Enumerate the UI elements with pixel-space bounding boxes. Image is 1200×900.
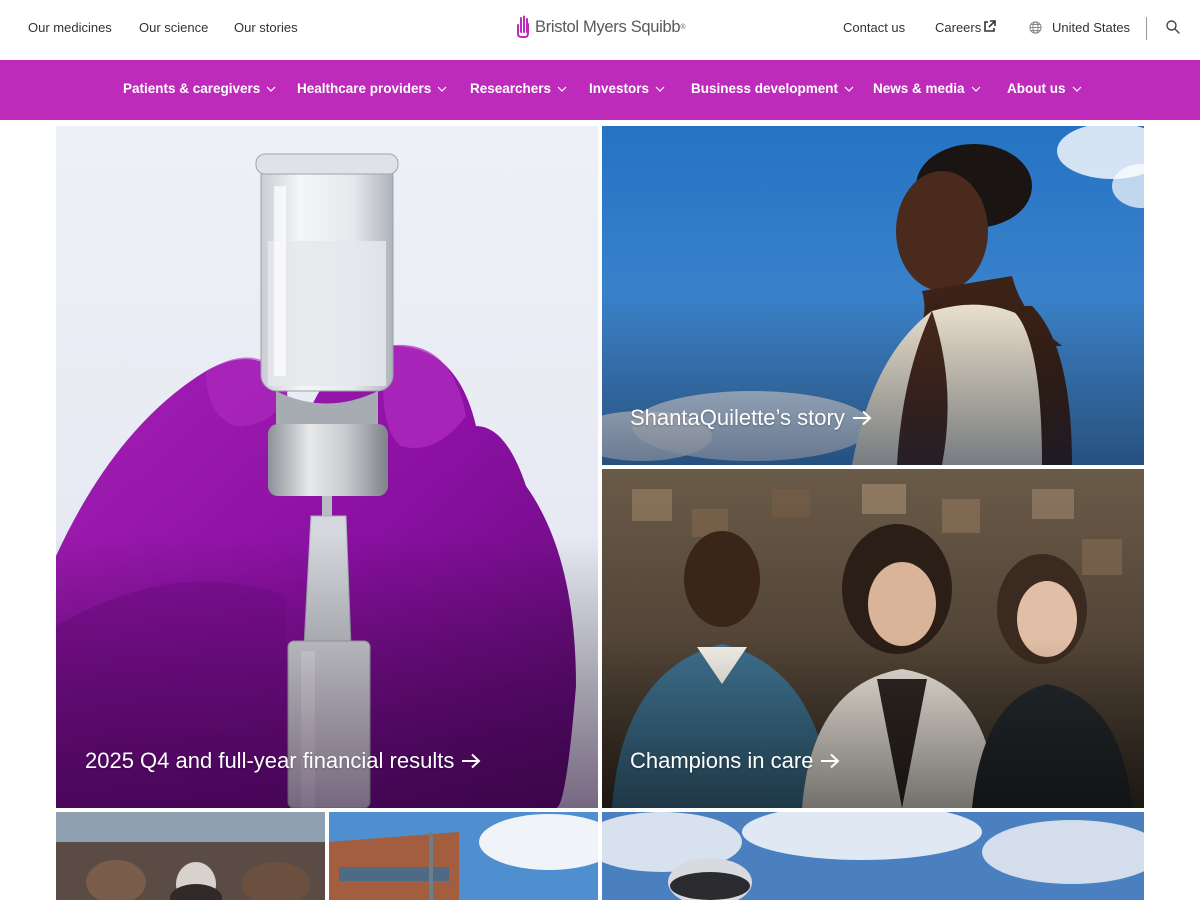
- chevron-down-icon: [655, 86, 665, 92]
- tile-financial-results[interactable]: 2025 Q4 and full-year financial results: [56, 126, 598, 808]
- nav-label: Investors: [589, 81, 650, 96]
- utility-bar: Our medicines Our science Our stories Br…: [0, 0, 1200, 60]
- nav-business-development[interactable]: Business development: [691, 81, 854, 96]
- nav-label: News & media: [873, 81, 965, 96]
- brand-logo[interactable]: Bristol Myers Squibb ®: [515, 14, 685, 40]
- link-our-stories[interactable]: Our stories: [234, 20, 298, 35]
- tile-bottom-left[interactable]: [56, 812, 325, 900]
- arrow-right-icon: [462, 753, 481, 769]
- chevron-down-icon: [557, 86, 567, 92]
- brand-name: Bristol Myers Squibb: [535, 17, 681, 36]
- chevron-down-icon: [1072, 86, 1081, 92]
- building-photo: [329, 812, 598, 900]
- tile-caption: 2025 Q4 and full-year financial results: [85, 748, 481, 774]
- vial-photo: [56, 126, 598, 808]
- crowd-photo: [56, 812, 325, 900]
- chevron-down-icon: [437, 86, 447, 92]
- search-icon[interactable]: [1165, 19, 1181, 35]
- nav-label: Patients & caregivers: [123, 81, 261, 96]
- bms-hand-icon: [517, 15, 529, 38]
- tile-bottom-right[interactable]: [602, 812, 1144, 900]
- region-selector[interactable]: United States: [1052, 20, 1130, 35]
- nav-patients-caregivers[interactable]: Patients & caregivers: [123, 81, 276, 96]
- tile-bottom-middle[interactable]: [329, 812, 598, 900]
- tile-shantaquilette-story[interactable]: ShantaQuilette’s story: [602, 126, 1144, 465]
- cyclist-clouds-photo: [602, 812, 1144, 900]
- tile-champions-label: Champions in care: [630, 748, 814, 773]
- external-link-icon: [984, 20, 996, 32]
- tile-story-label: ShantaQuilette’s story: [630, 405, 845, 430]
- nav-healthcare-providers[interactable]: Healthcare providers: [297, 81, 447, 96]
- tile-financial-label: 2025 Q4 and full-year financial results: [85, 748, 455, 773]
- link-our-science[interactable]: Our science: [139, 20, 208, 35]
- nav-investors[interactable]: Investors: [589, 81, 665, 96]
- nav-label: Healthcare providers: [297, 81, 432, 96]
- tile-champions-in-care[interactable]: Champions in care: [602, 469, 1144, 808]
- divider: [1146, 17, 1147, 40]
- main-navigation: Patients & caregivers Healthcare provide…: [0, 60, 1200, 120]
- nav-news-media[interactable]: News & media: [873, 81, 981, 96]
- careers-label: Careers: [935, 20, 982, 35]
- tile-caption: ShantaQuilette’s story: [630, 405, 872, 431]
- nav-label: About us: [1007, 81, 1066, 96]
- chevron-down-icon: [266, 86, 276, 92]
- tile-caption: Champions in care: [630, 748, 840, 774]
- link-our-medicines[interactable]: Our medicines: [28, 20, 112, 35]
- nav-researchers[interactable]: Researchers: [470, 81, 567, 96]
- registered-mark: ®: [680, 23, 686, 31]
- chevron-down-icon: [844, 86, 854, 92]
- arrow-right-icon: [852, 410, 872, 426]
- nav-about-us[interactable]: About us: [1007, 81, 1082, 96]
- chevron-down-icon: [971, 86, 980, 92]
- nav-label: Researchers: [470, 81, 552, 96]
- globe-icon: [1029, 21, 1042, 34]
- arrow-right-icon: [821, 753, 840, 769]
- link-contact-us[interactable]: Contact us: [843, 20, 905, 35]
- link-careers[interactable]: Careers: [935, 20, 981, 35]
- nav-label: Business development: [691, 81, 839, 96]
